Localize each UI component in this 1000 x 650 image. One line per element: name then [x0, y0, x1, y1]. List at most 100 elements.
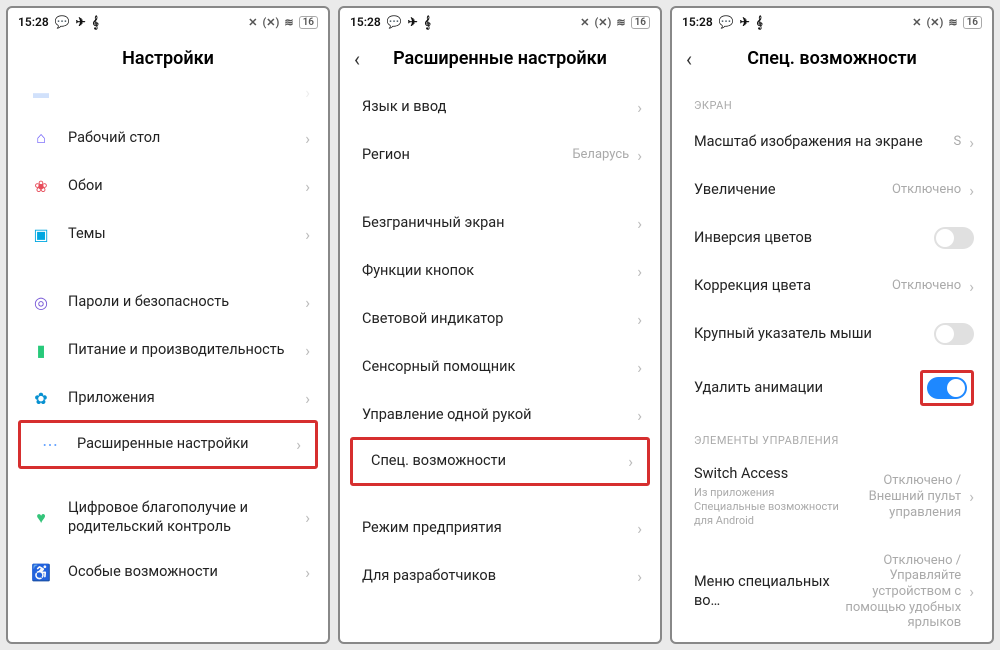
settings-item[interactable]: Масштаб изображения на экранеS›: [676, 118, 988, 166]
chevron-right-icon: ›: [969, 133, 974, 152]
wifi-icon: ≋: [616, 16, 625, 29]
settings-item[interactable]: Удалить анимации: [676, 358, 988, 418]
settings-item[interactable]: УвеличениеОтключено›: [676, 166, 988, 214]
chevron-right-icon: ›: [305, 225, 310, 244]
settings-item[interactable]: ♿Особые возможности›: [12, 549, 324, 597]
header-title: ‹ Спец. возможности: [672, 36, 992, 83]
section-screen: ЭКРАН: [676, 83, 988, 118]
settings-item[interactable]: Управление одной рукой›: [344, 391, 656, 439]
send-icon: ✈: [408, 15, 418, 29]
settings-item[interactable]: Язык и ввод›: [344, 83, 656, 131]
toggle-switch[interactable]: [934, 227, 974, 249]
settings-item[interactable]: ♥Цифровое благополучие и родительский ко…: [12, 487, 324, 549]
item-label: Увеличение: [694, 181, 892, 200]
item-label: Функции кнопок: [362, 262, 637, 281]
item-value: Беларусь: [572, 147, 629, 163]
chevron-right-icon: ›: [637, 262, 642, 281]
nodata-icon: (✕): [594, 16, 611, 29]
chevron-right-icon: ›: [637, 98, 642, 117]
settings-item[interactable]: ❀Обои›: [12, 162, 324, 210]
settings-item[interactable]: Меню специальных во…Отключено / Управляй…: [676, 541, 988, 642]
settings-item[interactable]: Функции кнопок›: [344, 247, 656, 295]
screen-settings: 15:28 💬 ✈ 𝄞 ✕ (✕) ≋ 16 Настройки ▬ › ⌂Ра…: [6, 6, 330, 644]
music-icon: 𝄞: [92, 15, 99, 30]
nodata-icon: (✕): [926, 16, 943, 29]
item-value: Отключено / Управляйте устройством с пом…: [841, 553, 961, 631]
item-label: Режим предприятия: [362, 519, 637, 538]
item-label: Для разработчиков: [362, 567, 637, 586]
settings-item[interactable]: Крупный указатель мыши: [676, 310, 988, 358]
battery-pct: 16: [631, 16, 650, 29]
item-value: Отключено / Внешний пульт управления: [841, 473, 961, 520]
back-button[interactable]: ‹: [354, 47, 360, 71]
chevron-right-icon: ›: [305, 341, 310, 360]
mute-icon: ✕: [248, 16, 257, 29]
wifi-icon: ≋: [948, 16, 957, 29]
settings-item[interactable]: ✿Приложения›: [12, 374, 324, 422]
item-label: Безграничный экран: [362, 214, 637, 233]
settings-item-partial[interactable]: ▬ ›: [12, 83, 324, 114]
battery-pct: 16: [963, 16, 982, 29]
settings-item[interactable]: Для разработчиков›: [344, 552, 656, 600]
settings-item[interactable]: ⌂Рабочий стол›: [12, 114, 324, 162]
statusbar: 15:28 💬 ✈ 𝄞 ✕ (✕) ≋ 16: [8, 8, 328, 36]
status-time: 15:28: [682, 15, 713, 29]
settings-item[interactable]: Режим предприятия›: [344, 504, 656, 552]
settings-item[interactable]: Безграничный экран›: [344, 199, 656, 247]
item-label: Коррекция цвета: [694, 277, 892, 296]
chat-icon: 💬: [387, 15, 402, 29]
item-label: Меню специальных во…: [694, 573, 841, 611]
battery-pct: 16: [299, 16, 318, 29]
item-icon: ◎: [30, 291, 52, 313]
section-controls: ЭЛЕМЕНТЫ УПРАВЛЕНИЯ: [676, 418, 988, 453]
settings-item[interactable]: РегионБеларусь›: [344, 131, 656, 179]
chevron-right-icon: ›: [305, 293, 310, 312]
toggle-highlight: [920, 370, 974, 406]
settings-item[interactable]: Спец. возможности›: [350, 437, 650, 486]
settings-item[interactable]: Инверсия цветов: [676, 214, 988, 262]
settings-item[interactable]: ▮Питание и производительность›: [12, 326, 324, 374]
nodata-icon: (✕): [262, 16, 279, 29]
chat-icon: 💬: [719, 15, 734, 29]
back-button[interactable]: ‹: [686, 47, 692, 71]
music-icon: 𝄞: [756, 15, 763, 30]
chevron-right-icon: ›: [637, 358, 642, 377]
chevron-right-icon: ›: [305, 563, 310, 582]
chevron-right-icon: ›: [628, 452, 633, 471]
wifi-icon: ≋: [284, 16, 293, 29]
chevron-right-icon: ›: [305, 83, 310, 102]
settings-item[interactable]: Сенсорный помощник›: [344, 343, 656, 391]
chevron-right-icon: ›: [305, 177, 310, 196]
screen-advanced: 15:28 💬 ✈ 𝄞 ✕ (✕) ≋ 16 ‹ Расширенные нас…: [338, 6, 662, 644]
chevron-right-icon: ›: [637, 519, 642, 538]
chevron-right-icon: ›: [296, 435, 301, 454]
item-label: Световой индикатор: [362, 310, 637, 329]
item-label: Особые возможности: [68, 563, 305, 582]
settings-item[interactable]: Световой индикатор›: [344, 295, 656, 343]
statusbar: 15:28 💬 ✈ 𝄞 ✕ (✕) ≋ 16: [672, 8, 992, 36]
item-label: Масштаб изображения на экране: [694, 133, 953, 152]
item-label: Приложения: [68, 389, 305, 408]
chat-icon: 💬: [55, 15, 70, 29]
bell-icon: ▬: [30, 83, 52, 104]
settings-item[interactable]: ⋯Расширенные настройки›: [18, 420, 318, 469]
settings-item[interactable]: Switch AccessИз приложения Специальные в…: [676, 453, 988, 541]
settings-item[interactable]: ▣Темы›: [12, 210, 324, 258]
chevron-right-icon: ›: [637, 146, 642, 165]
settings-item[interactable]: ◎Пароли и безопасность›: [12, 278, 324, 326]
header-title: Настройки: [8, 36, 328, 83]
item-label: Управление одной рукой: [362, 406, 637, 425]
mute-icon: ✕: [580, 16, 589, 29]
toggle-switch[interactable]: [934, 323, 974, 345]
settings-item[interactable]: Коррекция цветаОтключено›: [676, 262, 988, 310]
item-value: Отключено: [892, 278, 961, 294]
item-label: Обои: [68, 177, 305, 196]
chevron-right-icon: ›: [637, 567, 642, 586]
item-icon: ♥: [30, 507, 52, 529]
chevron-right-icon: ›: [305, 508, 310, 527]
item-icon: ⋯: [39, 434, 61, 456]
toggle-switch[interactable]: [927, 377, 967, 399]
status-time: 15:28: [18, 15, 49, 29]
screen-accessibility: 15:28 💬 ✈ 𝄞 ✕ (✕) ≋ 16 ‹ Спец. возможнос…: [670, 6, 994, 644]
item-icon: ⌂: [30, 127, 52, 149]
